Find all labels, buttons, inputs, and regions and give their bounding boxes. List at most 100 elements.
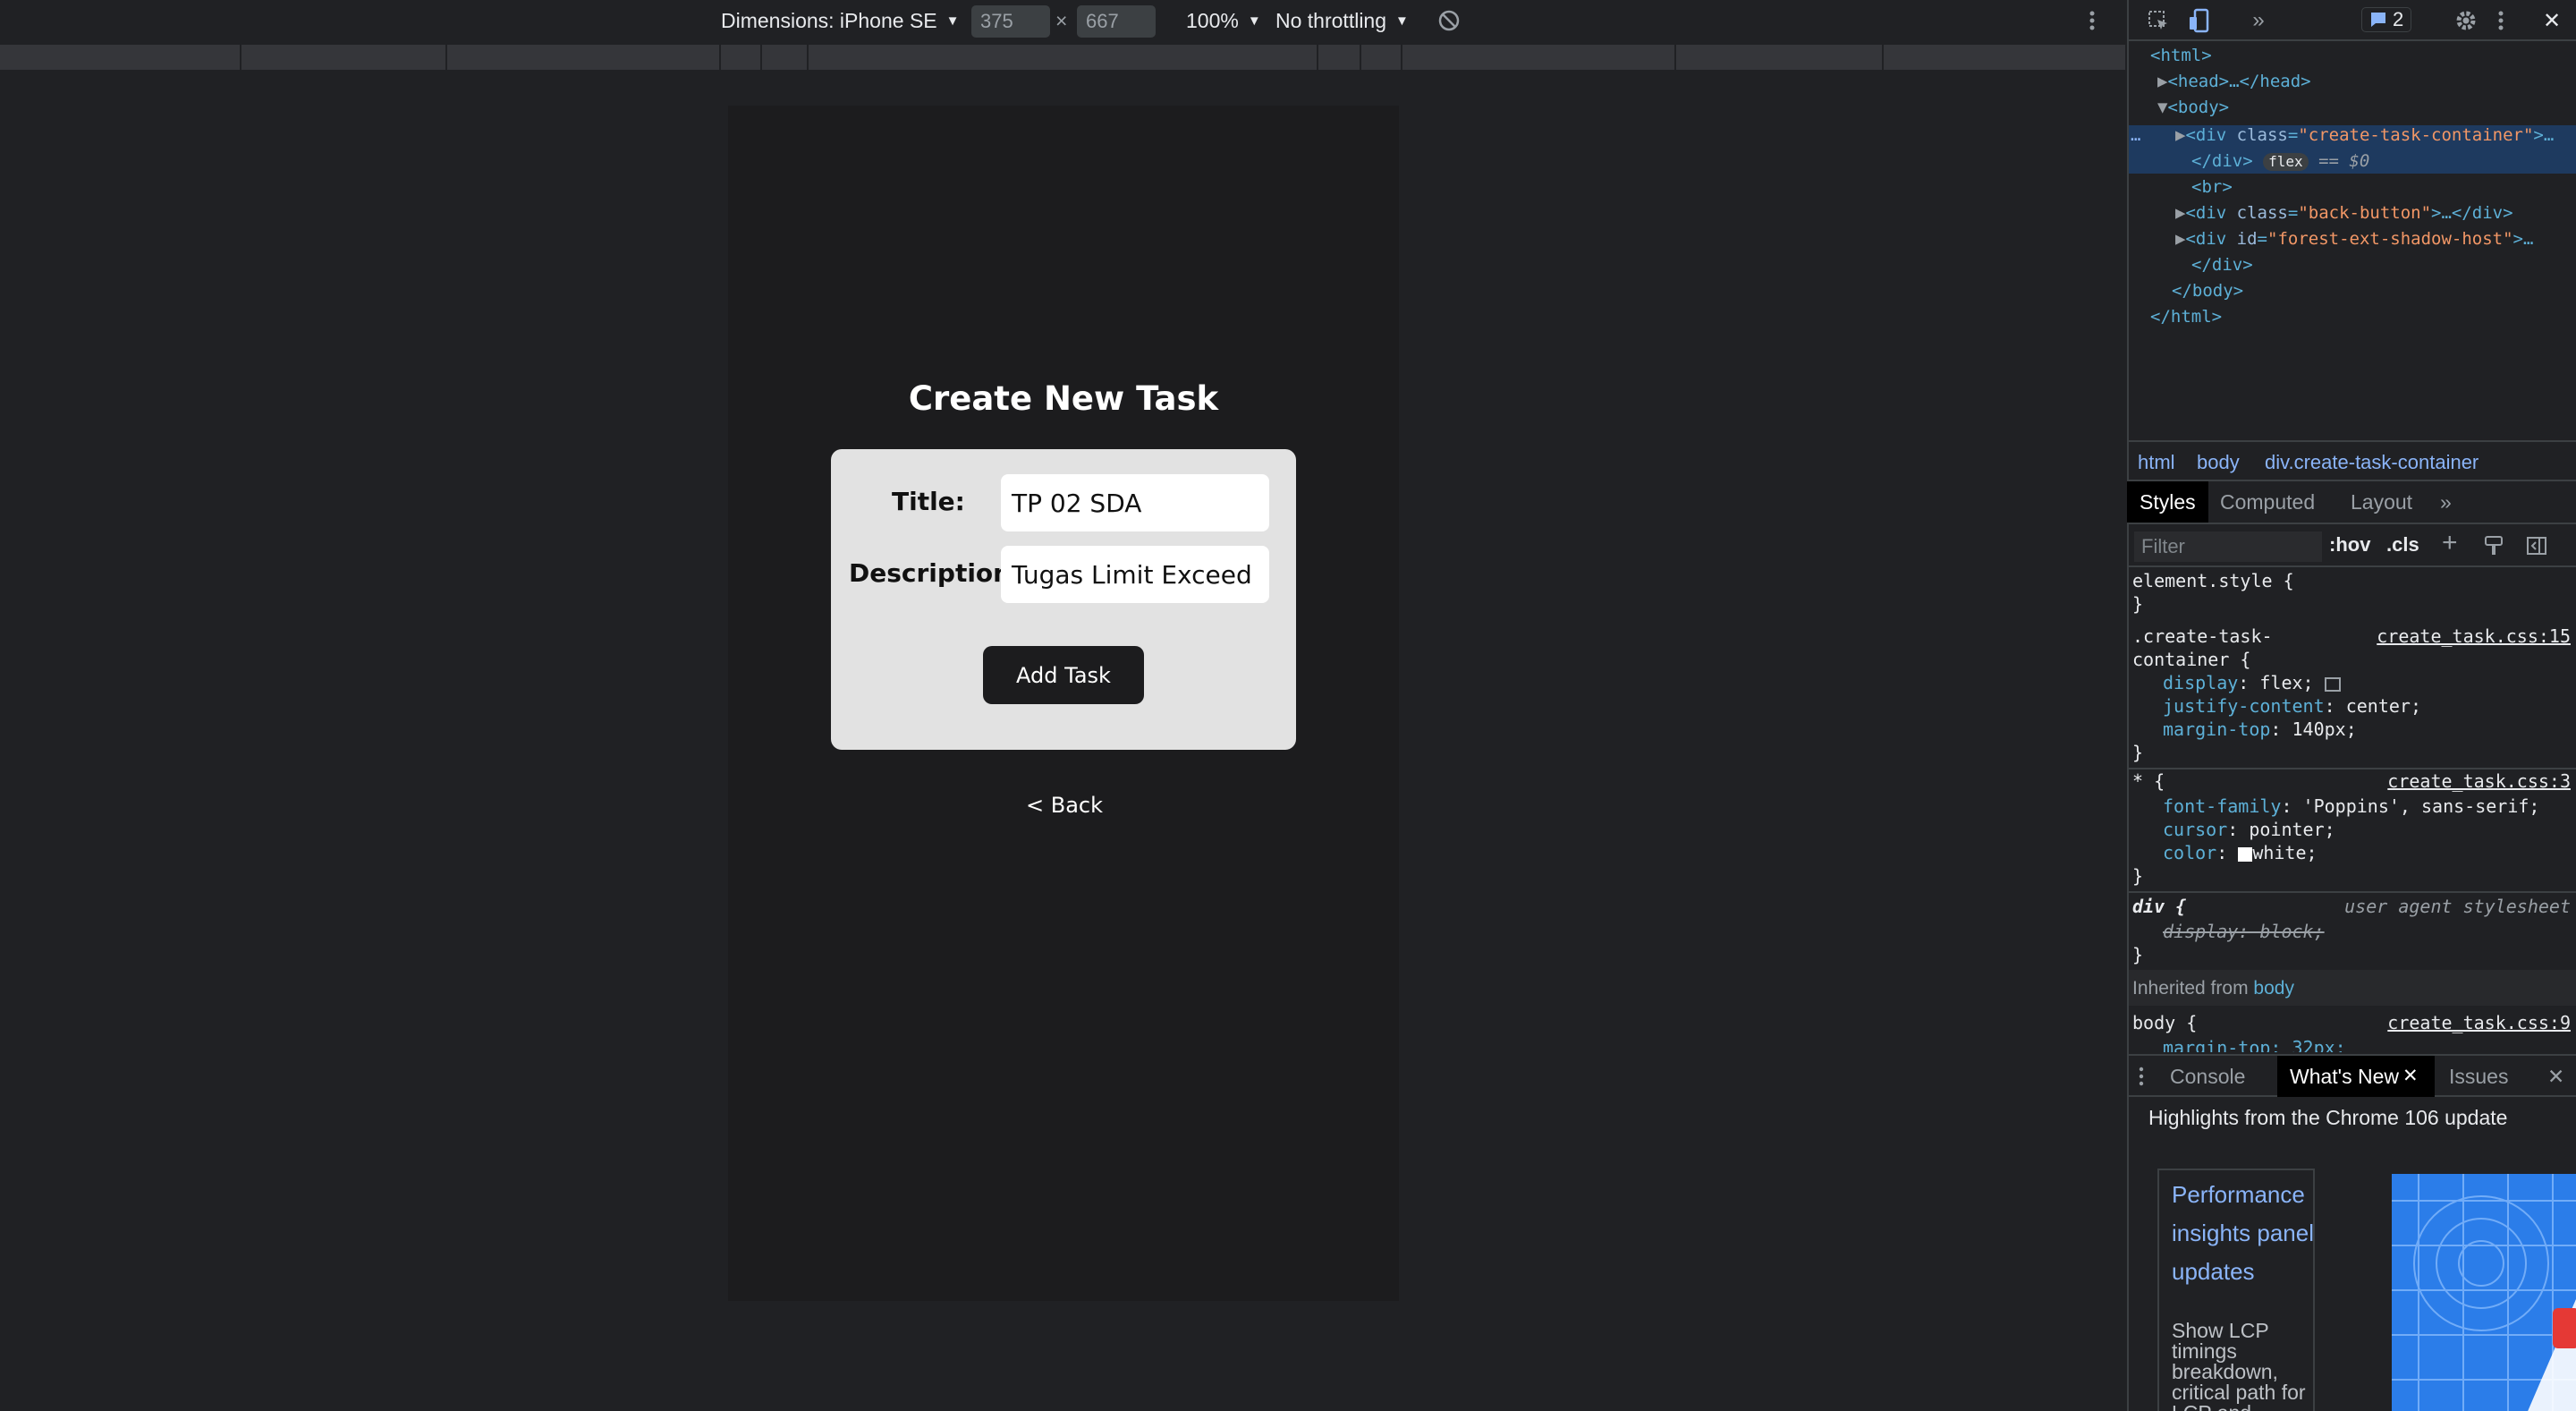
source-link[interactable]: create_task.css:15 <box>2377 625 2571 648</box>
title-input[interactable]: TP 02 SDA <box>1001 474 1269 531</box>
promo-illustration <box>2392 1174 2576 1411</box>
tree-node-br[interactable]: <br> <box>2191 174 2233 200</box>
more-tabs-icon[interactable]: » <box>2245 7 2272 34</box>
css-declaration[interactable]: color: white; <box>2163 841 2318 864</box>
tab-issues[interactable]: Issues <box>2436 1056 2521 1097</box>
close-whats-new-icon[interactable]: ✕ <box>2402 1065 2419 1087</box>
tree-node-div-close[interactable]: </div> flex == $0 <box>2191 149 2369 174</box>
device-toggle-icon[interactable] <box>2186 7 2213 34</box>
tree-node-html-close[interactable]: </html> <box>2150 304 2222 330</box>
rule-selector[interactable]: .create-task- <box>2132 625 2273 648</box>
rule-close: } <box>2132 742 2144 763</box>
media-segment[interactable] <box>721 45 762 70</box>
caret-down-icon: ▼ <box>945 13 960 29</box>
breadcrumb: html body div.create-task-container <box>2127 440 2576 481</box>
rule-selector[interactable]: * { <box>2132 769 2165 793</box>
color-swatch[interactable] <box>2238 846 2253 862</box>
breadcrumb-div[interactable]: div.create-task-container <box>2265 451 2479 474</box>
flex-editor-icon[interactable] <box>2324 676 2341 692</box>
issues-count: 2 <box>2393 8 2404 30</box>
rule-selector[interactable]: container { <box>2132 648 2250 671</box>
issues-badge[interactable]: 2 <box>2361 7 2412 32</box>
times-sign: × <box>1055 8 1068 32</box>
tree-node-body[interactable]: ▼<body> <box>2157 95 2229 121</box>
caret-down-icon: ▼ <box>1247 13 1261 29</box>
rotate-icon[interactable] <box>1436 0 1462 41</box>
dimensions-dropdown[interactable]: Dimensions: iPhone SE ▼ <box>721 0 959 41</box>
styles-pane: element.style { } .create-task- containe… <box>2129 569 2576 1052</box>
more-vert-icon[interactable] <box>2088 0 2097 41</box>
media-segment[interactable] <box>1402 45 1676 70</box>
styles-filter-bar: Filter :hov .cls + <box>2127 526 2576 567</box>
tab-console[interactable]: Console <box>2157 1056 2258 1097</box>
css-declaration[interactable]: margin-top: 32px; <box>2163 1036 2346 1052</box>
media-query-bar[interactable] <box>0 45 2127 72</box>
new-rule-icon[interactable]: + <box>2442 528 2458 558</box>
media-segment[interactable] <box>447 45 721 70</box>
tab-layout[interactable]: Layout <box>2338 481 2425 523</box>
flex-badge[interactable]: flex <box>2263 153 2309 171</box>
more-vert-icon[interactable] <box>2492 7 2510 34</box>
feature-card[interactable]: Performance insights panel updates Show … <box>2157 1169 2315 1411</box>
inspect-element-icon[interactable] <box>2145 7 2172 34</box>
css-declaration[interactable]: margin-top: 140px; <box>2163 718 2357 741</box>
media-segment[interactable] <box>1884 45 2127 70</box>
media-segment[interactable] <box>1676 45 1884 70</box>
media-segment[interactable] <box>809 45 1318 70</box>
drawer-menu-icon[interactable] <box>2134 1056 2148 1097</box>
breadcrumb-html[interactable]: html <box>2138 451 2175 474</box>
device-toolbar: Dimensions: iPhone SE ▼ 375 × 667 100% ▼… <box>0 0 2127 41</box>
drawer-tabs: Console What's New Issues ✕ <box>2127 1054 2576 1097</box>
more-tabs-icon[interactable]: » <box>2428 481 2464 523</box>
elements-tree: <html> ▶<head>…</head> ▼<body> … ▶<div c… <box>2129 43 2576 437</box>
throttling-dropdown[interactable]: No throttling ▼ <box>1275 0 1409 41</box>
feature-card-description: Show LCP timings breakdown, critical pat… <box>2172 1319 2306 1411</box>
inherited-from-link[interactable]: body <box>2253 978 2294 999</box>
settings-gear-icon[interactable] <box>2453 7 2479 34</box>
element-style-selector[interactable]: element.style { <box>2132 569 2294 592</box>
zoom-dropdown[interactable]: 100% ▼ <box>1186 0 1261 41</box>
css-declaration[interactable]: justify-content: center; <box>2163 694 2421 718</box>
source-link[interactable]: create_task.css:3 <box>2387 769 2571 793</box>
caret-down-icon: ▼ <box>1395 13 1409 29</box>
hov-toggle[interactable]: :hov <box>2329 533 2370 557</box>
add-task-button[interactable]: Add Task <box>983 646 1144 704</box>
media-segment[interactable] <box>1361 45 1402 70</box>
css-declaration[interactable]: font-family: 'Poppins', sans-serif; <box>2163 795 2539 818</box>
height-input[interactable]: 667 <box>1077 5 1156 38</box>
media-segment[interactable] <box>242 45 447 70</box>
breadcrumb-body[interactable]: body <box>2197 451 2240 474</box>
css-declaration-overridden[interactable]: display: block; <box>2163 920 2325 943</box>
filter-input[interactable]: Filter <box>2134 531 2322 562</box>
width-input[interactable]: 375 <box>971 5 1050 38</box>
rule-selector[interactable]: div { <box>2132 895 2186 918</box>
close-drawer-icon[interactable]: ✕ <box>2538 1056 2573 1097</box>
tree-node-body-close[interactable]: </body> <box>2172 278 2243 304</box>
tree-node-html[interactable]: <html> <box>2150 43 2212 69</box>
tree-node-create-task-container[interactable]: ▶<div class="create-task-container">… <box>2175 123 2554 149</box>
tree-node-div-close[interactable]: </div> <box>2191 252 2253 278</box>
tree-node-forest-host[interactable]: ▶<div id="forest-ext-shadow-host">… <box>2175 226 2533 252</box>
rule-close: } <box>2132 865 2144 887</box>
paint-icon[interactable] <box>2483 535 2504 562</box>
css-declaration[interactable]: display: flex; <box>2163 671 2341 694</box>
close-icon[interactable]: ✕ <box>2538 7 2565 34</box>
css-declaration[interactable]: cursor: pointer; <box>2163 818 2335 841</box>
feature-card-title[interactable]: Performance insights panel updates <box>2172 1176 2315 1291</box>
tree-node-head[interactable]: ▶<head>…</head> <box>2157 69 2311 95</box>
media-segment[interactable] <box>0 45 242 70</box>
tree-ellipsis[interactable]: … <box>2131 123 2140 149</box>
cls-toggle[interactable]: .cls <box>2386 533 2419 557</box>
sidebar-toggle-icon[interactable] <box>2526 535 2547 562</box>
back-link[interactable]: < Back <box>993 793 1136 818</box>
tab-styles[interactable]: Styles <box>2127 481 2208 523</box>
source-link[interactable]: create_task.css:9 <box>2387 1011 2571 1034</box>
tree-node-back-button[interactable]: ▶<div class="back-button">…</div> <box>2175 200 2513 226</box>
rule-selector[interactable]: body { <box>2132 1011 2197 1034</box>
media-segment[interactable] <box>762 45 809 70</box>
media-segment[interactable] <box>1318 45 1361 70</box>
description-input[interactable]: Tugas Limit Exceed <box>1001 546 1269 603</box>
page-title: Create New Task <box>908 379 1219 418</box>
zoom-label: 100% <box>1186 8 1239 32</box>
tab-computed[interactable]: Computed <box>2207 481 2327 523</box>
